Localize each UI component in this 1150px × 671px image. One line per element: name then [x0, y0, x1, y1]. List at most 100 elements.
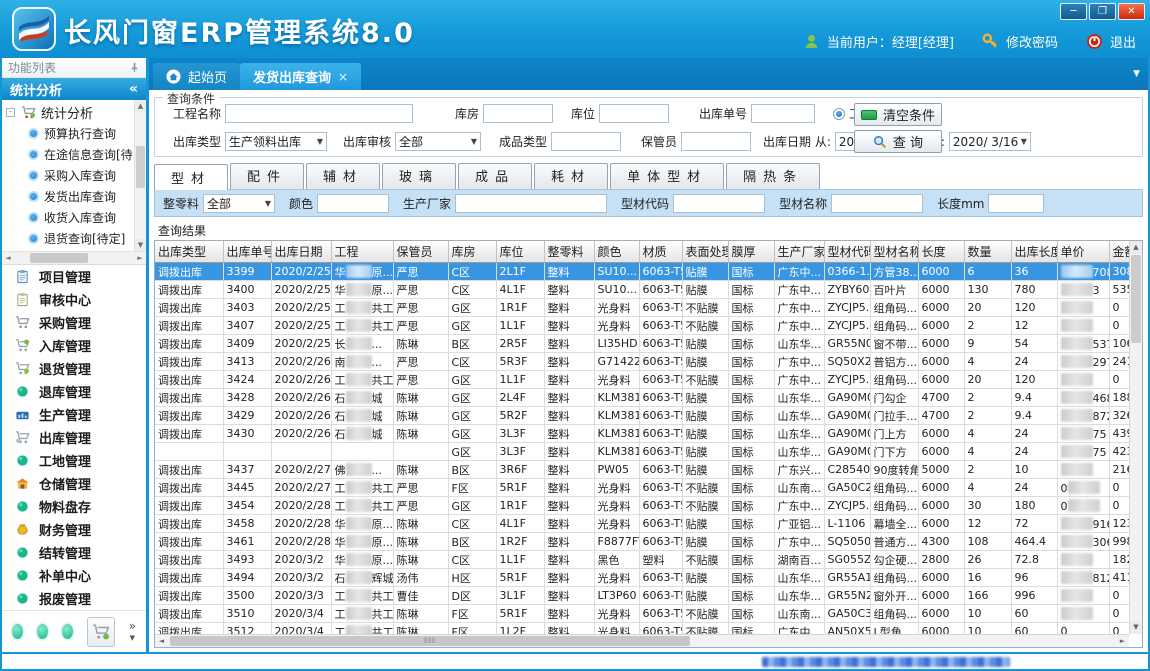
sidebar-menu-item[interactable]: 生产管理: [2, 403, 146, 426]
scroll-left-icon[interactable]: ◄: [2, 252, 14, 265]
table-hscrollbar-thumb[interactable]: ⦀⦀⦀: [170, 636, 690, 646]
cart-module-button[interactable]: [87, 617, 114, 647]
profile-code-input[interactable]: [673, 194, 765, 213]
scroll-right-icon[interactable]: ►: [1116, 635, 1129, 647]
material-tab[interactable]: 单体型材: [610, 163, 724, 189]
project-name-input[interactable]: [225, 104, 413, 123]
table-row[interactable]: 调拨出库34072020/2/25工共工程严思G区1L1F整料光身料6063-T…: [155, 317, 1129, 335]
minimize-button[interactable]: ─: [1060, 3, 1087, 20]
sidebar-menu-item[interactable]: 物料盘存: [2, 495, 146, 518]
column-header[interactable]: 单价: [1057, 241, 1109, 263]
location-input[interactable]: [599, 104, 669, 123]
sidebar-menu-item[interactable]: 工地管理: [2, 449, 146, 472]
sidebar-menu-item[interactable]: 结转管理: [2, 541, 146, 564]
scroll-up-icon[interactable]: ▲: [135, 100, 146, 112]
tab-home[interactable]: 起始页: [153, 63, 240, 90]
outbound-audit-dropdown[interactable]: 全部 ▼: [395, 132, 481, 151]
table-row[interactable]: 调拨出库34032020/2/25工共工程严思G区1R1F整料光身料6063-T…: [155, 299, 1129, 317]
scroll-left-icon[interactable]: ◄: [155, 635, 168, 647]
length-input[interactable]: [988, 194, 1044, 213]
material-tab[interactable]: 玻璃: [382, 163, 456, 189]
table-row[interactable]: 调拨出库34282020/2/26石城陈琳G区2L4F整料KLM38176063…: [155, 389, 1129, 407]
column-header[interactable]: 材质: [639, 241, 682, 263]
column-header[interactable]: 型材名称: [870, 241, 918, 263]
tab-close-icon[interactable]: ×: [338, 70, 348, 84]
tab-list-caret-icon[interactable]: ▼: [1133, 69, 1140, 79]
column-header[interactable]: 出库日期: [271, 241, 331, 263]
column-header[interactable]: 库房: [448, 241, 496, 263]
column-header[interactable]: 出库类型: [155, 241, 223, 263]
sidebar-menu-item[interactable]: 出库管理: [2, 426, 146, 449]
change-password-link[interactable]: 修改密码: [1006, 32, 1058, 51]
date-to-dropdown[interactable]: 2020/ 3/16 ▼: [949, 132, 1031, 151]
column-header[interactable]: 工程: [331, 241, 393, 263]
column-header[interactable]: 生产厂家: [774, 241, 824, 263]
table-row[interactable]: 调拨出库34132020/2/26南...严思C区5R3F整料G71422606…: [155, 353, 1129, 371]
table-vscrollbar-thumb[interactable]: [1131, 255, 1141, 343]
material-tab[interactable]: 配件: [230, 163, 304, 189]
tree-vertical-scrollbar[interactable]: ▲ ▼: [134, 100, 146, 251]
module-dot-icon[interactable]: [37, 624, 48, 639]
warehouse-input[interactable]: [483, 104, 553, 123]
tree-item[interactable]: 发货出库查询: [2, 186, 134, 207]
material-tab[interactable]: 辅材: [306, 163, 380, 189]
tree-scrollbar-thumb[interactable]: [136, 146, 145, 188]
table-horizontal-scrollbar[interactable]: ◄ ⦀⦀⦀ ►: [155, 634, 1129, 647]
product-type-input[interactable]: [551, 132, 621, 151]
close-button[interactable]: ✕: [1118, 3, 1145, 20]
sidebar-menu-item[interactable]: 报废管理: [2, 587, 146, 610]
tree-horizontal-scrollbar[interactable]: ◄ ►: [2, 252, 146, 265]
maximize-button[interactable]: ❐: [1089, 3, 1116, 20]
table-row[interactable]: 调拨出库34932020/3/2华原...陈琳C区1L1F整料黑色塑料不贴膜国标…: [155, 551, 1129, 569]
table-row[interactable]: 调拨出库34092020/2/25长...陈琳B区2R5F整料LI35HD606…: [155, 335, 1129, 353]
column-header[interactable]: 整零料: [544, 241, 594, 263]
logout-link[interactable]: 退出: [1110, 32, 1136, 51]
outbound-type-dropdown[interactable]: 生产领料出库 ▼: [225, 132, 327, 151]
table-row[interactable]: 调拨出库35122020/3/4工共工程陈琳F区1L2F整料光身料6063-T5…: [155, 623, 1129, 635]
scroll-down-icon[interactable]: ▼: [1130, 621, 1142, 634]
column-header[interactable]: 膜厚: [728, 241, 774, 263]
column-header[interactable]: 金额: [1109, 241, 1129, 263]
sidebar-menu-item[interactable]: 退货管理: [2, 357, 146, 380]
whole-part-dropdown[interactable]: 全部 ▼: [203, 194, 275, 213]
material-tab[interactable]: 耗材: [534, 163, 608, 189]
sidebar-menu-item[interactable]: 财务管理: [2, 518, 146, 541]
table-row[interactable]: 调拨出库35002020/3/3工共工程曹佳D区3L1F整料LT3P606063…: [155, 587, 1129, 605]
tree-item[interactable]: 预算执行查询: [2, 123, 134, 144]
keeper-input[interactable]: [681, 132, 751, 151]
table-row[interactable]: 调拨出库34302020/2/26石城陈琳G区3L3F整料KLM38176063…: [155, 425, 1129, 443]
table-row[interactable]: 调拨出库34372020/2/27佛...陈琳B区3R6F整料PW056063-…: [155, 461, 1129, 479]
sidebar-menu-item[interactable]: 项目管理: [2, 265, 146, 288]
search-button[interactable]: 查 询: [854, 130, 942, 153]
sidebar-menu-item[interactable]: 入库管理: [2, 334, 146, 357]
tree-expander-icon[interactable]: -: [6, 108, 15, 117]
tree-item[interactable]: 收货入库查询: [2, 207, 134, 228]
sidebar-menu-item[interactable]: 仓储管理: [2, 472, 146, 495]
column-header[interactable]: 保管员: [393, 241, 448, 263]
module-dot-icon[interactable]: [12, 624, 23, 639]
profile-name-input[interactable]: [831, 194, 923, 213]
scroll-down-icon[interactable]: ▼: [135, 239, 146, 251]
scroll-right-icon[interactable]: ►: [134, 252, 146, 265]
table-row[interactable]: 调拨出库34942020/3/2石辉城汤伟H区5R1F整料光身料6063-T5贴…: [155, 569, 1129, 587]
tree-item[interactable]: 采购入库查询: [2, 165, 134, 186]
column-header[interactable]: 库位: [496, 241, 544, 263]
material-tab[interactable]: 成品: [458, 163, 532, 189]
tree-item[interactable]: 退货查询[待定]: [2, 228, 134, 249]
tab-shipment-outbound-query[interactable]: 发货出库查询 ×: [240, 63, 361, 90]
material-tab[interactable]: 型材: [154, 164, 228, 190]
table-vertical-scrollbar[interactable]: ▲ ▼: [1129, 241, 1142, 634]
module-dot-icon[interactable]: [62, 624, 73, 639]
column-header[interactable]: 出库长度: [1011, 241, 1057, 263]
sidebar-section-header[interactable]: 统计分析 «: [2, 78, 146, 100]
table-row[interactable]: 调拨出库34612020/2/28华原...陈琳B区1R2F整料F8877FT6…: [155, 533, 1129, 551]
color-input[interactable]: [317, 194, 389, 213]
manufacturer-input[interactable]: [455, 194, 607, 213]
pin-icon[interactable]: [129, 62, 140, 73]
sidebar-menu-item[interactable]: 采购管理: [2, 311, 146, 334]
table-row[interactable]: 调拨出库34292020/2/26石城陈琳G区5R2F整料KLM38176063…: [155, 407, 1129, 425]
table-row[interactable]: 调拨出库34582020/2/28华原...陈琳C区4L1F整料光身料6063-…: [155, 515, 1129, 533]
sidebar-menu-item[interactable]: 补单中心: [2, 564, 146, 587]
tree-hscrollbar-thumb[interactable]: [30, 253, 88, 263]
table-row[interactable]: 调拨出库34242020/2/26工共工程严思G区1L1F整料光身料6063-T…: [155, 371, 1129, 389]
